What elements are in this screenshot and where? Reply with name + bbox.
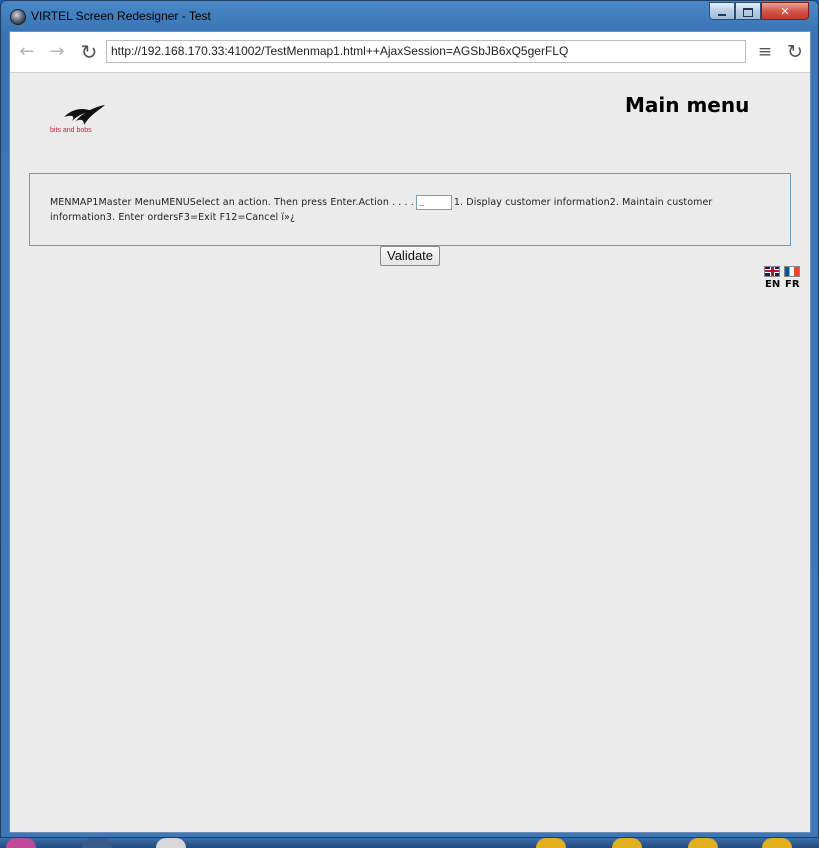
chrome-taskbar-icon[interactable] [536, 838, 566, 848]
browser-toolbar: ← → ↻ http://192.168.170.33:41002/TestMe… [10, 32, 810, 73]
taskbar-app-icon[interactable] [156, 838, 186, 848]
forward-button[interactable]: → [46, 41, 68, 63]
minimize-button[interactable] [709, 2, 735, 20]
browser-window: VIRTEL Screen Redesigner - Test ✕ ← → ↻ … [0, 0, 819, 838]
browser-menu-button[interactable]: ≡ [754, 41, 776, 63]
app-icon [10, 9, 26, 25]
back-button[interactable]: ← [16, 41, 38, 63]
logo-text: bits and bobs [50, 127, 92, 134]
action-input[interactable]: _ [415, 195, 452, 210]
minimize-icon [718, 14, 726, 16]
web-page: bits and bobs Main menu MENMAP1Master Me… [10, 73, 810, 832]
maximize-icon [743, 7, 753, 17]
validate-button[interactable]: Validate [380, 246, 441, 266]
screen-text-before: MENMAP1Master MenuMENUSelect an action. … [50, 197, 414, 208]
language-en[interactable]: EN [765, 279, 780, 290]
screen-panel: MENMAP1Master MenuMENUSelect an action. … [29, 173, 791, 246]
language-fr[interactable]: FR [785, 279, 800, 290]
screen-text: MENMAP1Master MenuMENUSelect an action. … [50, 195, 770, 225]
forward-arrow-icon: → [49, 41, 65, 62]
taskbar-app-icon[interactable] [6, 838, 36, 848]
back-arrow-icon: ← [19, 41, 35, 62]
fr-flag-icon[interactable] [784, 266, 800, 277]
taskbar-app-icon[interactable] [82, 838, 112, 848]
close-icon: ✕ [780, 5, 790, 18]
title-bar[interactable]: VIRTEL Screen Redesigner - Test ✕ [1, 1, 818, 31]
chrome-taskbar-icon[interactable] [688, 838, 718, 848]
browser-viewport: ← → ↻ http://192.168.170.33:41002/TestMe… [9, 31, 811, 833]
refresh-button[interactable]: ↻ [784, 41, 806, 63]
refresh-icon: ↻ [787, 41, 803, 63]
reload-button[interactable]: ↻ [78, 41, 100, 63]
close-button[interactable]: ✕ [761, 2, 809, 20]
uk-flag-icon[interactable] [764, 266, 780, 277]
bird-logo-icon[interactable] [62, 103, 106, 127]
address-bar[interactable]: http://192.168.170.33:41002/TestMenmap1.… [106, 40, 746, 63]
reload-icon: ↻ [80, 40, 98, 64]
hamburger-menu-icon: ≡ [757, 42, 773, 62]
window-title: VIRTEL Screen Redesigner - Test [31, 9, 211, 23]
page-title: Main menu [625, 93, 750, 117]
maximize-button[interactable] [735, 2, 761, 20]
chrome-taskbar-icon[interactable] [762, 838, 792, 848]
chrome-taskbar-icon[interactable] [612, 838, 642, 848]
